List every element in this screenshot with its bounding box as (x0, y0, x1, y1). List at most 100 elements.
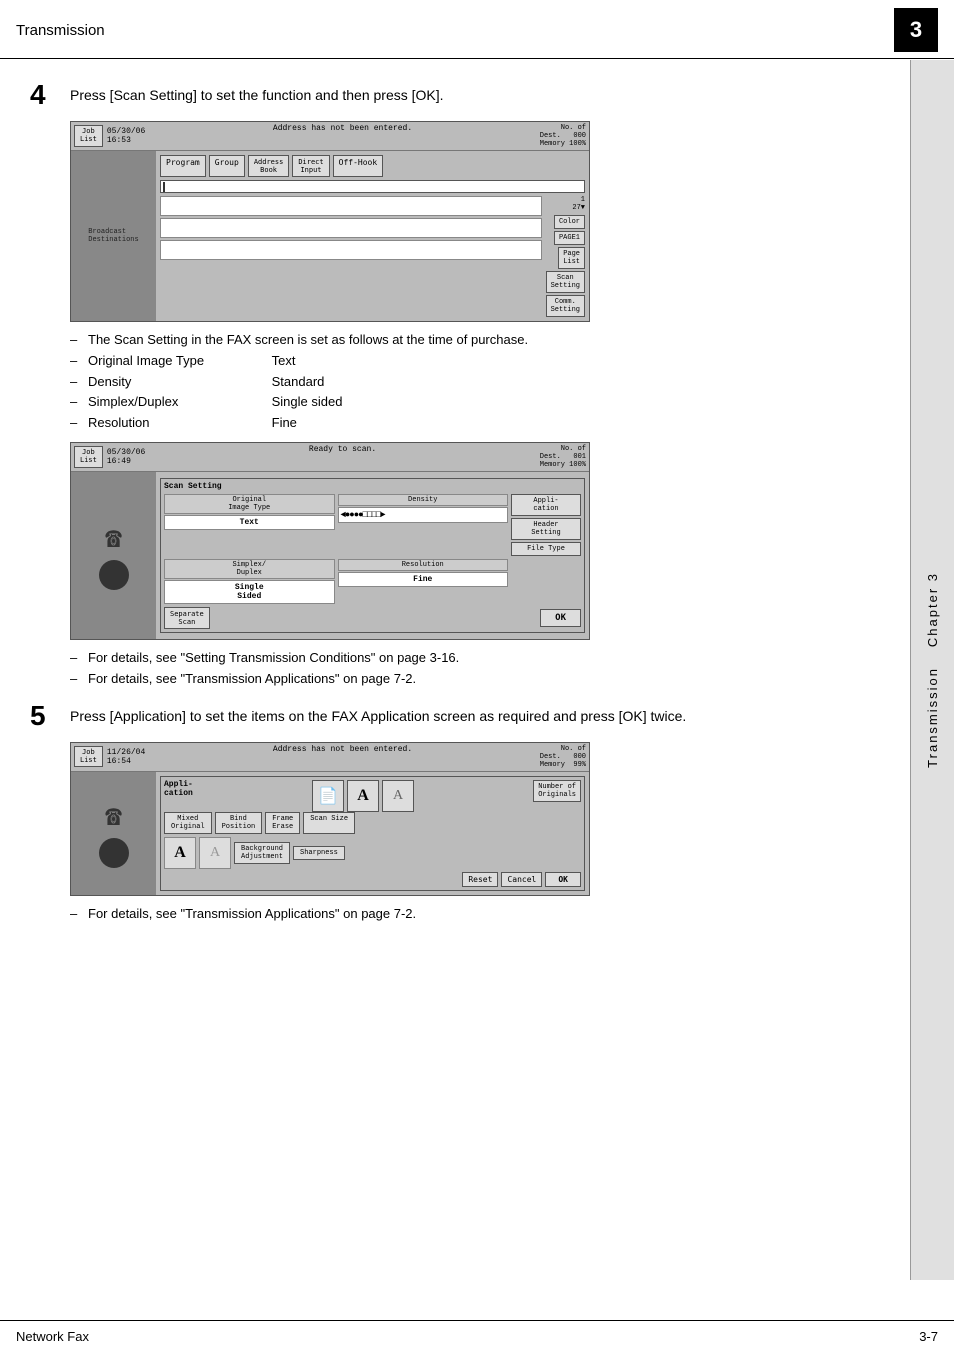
app-icon-5: A (199, 837, 231, 869)
bullet-3-1-text: For details, see "Transmission Applicati… (88, 906, 416, 921)
fax2-header-btn[interactable]: HeaderSetting (511, 518, 581, 540)
step4-text: Press [Scan Setting] to set the function… (70, 85, 444, 106)
scan-original-label: OriginalImage Type (164, 494, 335, 514)
bullet-1-1: The Scan Setting in the FAX screen is se… (70, 330, 894, 351)
step5-number: 5 (30, 702, 70, 730)
fax1-top-left: JobList 05/30/0616:53 (74, 124, 145, 148)
fax1-grid-cell-1 (160, 196, 542, 216)
app-frame-erase-btn[interactable]: FrameErase (265, 812, 300, 834)
fax2-datetime: 05/30/0616:49 (107, 448, 145, 466)
bullet-list-1: The Scan Setting in the FAX screen is se… (70, 330, 894, 434)
bullet-2-1: For details, see "Setting Transmission C… (70, 648, 894, 669)
fax3-job-list-btn[interactable]: JobList (74, 746, 103, 767)
app-sharpness-btn[interactable]: Sharpness (293, 846, 345, 860)
fax1-job-list-btn[interactable]: JobList (74, 125, 103, 146)
fax1-program-btn[interactable]: Program (160, 155, 206, 177)
scan-original-value: Text (164, 515, 335, 530)
fax1-pagelist-btn[interactable]: PageList (558, 247, 585, 269)
scan-simplex-label: Simplex/Duplex (164, 559, 335, 579)
footer-right: 3-7 (919, 1329, 938, 1344)
fax3-top-bar: JobList 11/26/0416:54 Address has not be… (71, 743, 589, 772)
step4-number: 4 (30, 81, 70, 109)
fax1-scansetting-btn[interactable]: ScanSetting (546, 271, 585, 293)
fax1-color-btn[interactable]: Color (554, 215, 585, 229)
header-title: Transmission (16, 22, 105, 39)
fax1-commsetting-btn[interactable]: Comm.Setting (546, 295, 585, 317)
bullet-1-5-label: Resolution (88, 413, 268, 434)
scan-separate-btn[interactable]: SeparateScan (164, 607, 210, 629)
bullet-list-3: For details, see "Transmission Applicati… (70, 904, 894, 925)
fax-screen-2: JobList 05/30/0616:49 Ready to scan. No.… (70, 442, 590, 640)
app-background-btn[interactable]: BackgroundAdjustment (234, 842, 290, 864)
fax2-top-left: JobList 05/30/0616:49 (74, 445, 145, 469)
fax-screen-3: JobList 11/26/0416:54 Address has not be… (70, 742, 590, 896)
app-bottom-btns: Reset Cancel OK (164, 872, 581, 887)
app-icon-1: 📄 (312, 780, 344, 812)
scan-simplex: Simplex/Duplex SingleSided (164, 559, 335, 604)
scan-setting-box: Scan Setting OriginalImage Type Text Den… (160, 478, 585, 633)
app-ok-btn[interactable]: OK (545, 872, 581, 887)
fax1-right-btns: 127▼ Color PAGE1 PageList ScanSetting Co… (546, 196, 585, 317)
fax3-left-panel: ☎ (71, 772, 156, 895)
scan-resolution-label: Resolution (338, 559, 509, 571)
scan-density-bar: ◄●●●●□□□□► (338, 507, 509, 523)
bullet-1-2-label: Original Image Type (88, 351, 268, 372)
app-num-originals-btn[interactable]: Number ofOriginals (533, 780, 581, 802)
fax1-main-area: 127▼ Color PAGE1 PageList ScanSetting Co… (160, 196, 585, 317)
fax1-broadcast-label: BroadcastDestinations (87, 227, 139, 245)
fax-screen-1: JobList 05/30/0616:53 Address has not be… (70, 121, 590, 322)
scan-setting-row2: Simplex/Duplex SingleSided Resolution Fi… (164, 559, 581, 604)
scan-simplex-value: SingleSided (164, 580, 335, 604)
app-btns-row1: MixedOriginal BindPosition FrameErase Sc… (164, 812, 581, 834)
step5-heading: 5 Press [Application] to set the items o… (30, 706, 894, 730)
main-content: 4 Press [Scan Setting] to set the functi… (0, 59, 954, 948)
fax2-top-bar: JobList 05/30/0616:49 Ready to scan. No.… (71, 443, 589, 472)
fax1-offhook-btn[interactable]: Off-Hook (333, 155, 384, 177)
fax3-right-panel: Appli-cation 📄 A A Number ofOriginals Mi… (156, 772, 589, 895)
fax1-group-btn[interactable]: Group (209, 155, 245, 177)
scan-resolution: Resolution Fine (338, 559, 509, 604)
fax3-phone-dial (99, 838, 129, 868)
bullet-1-2: Original Image Type Text (70, 351, 894, 372)
fax1-direct-btn[interactable]: DirectInput (292, 155, 329, 177)
app-bind-position-btn[interactable]: BindPosition (215, 812, 263, 834)
fax1-right-panel: Program Group AddressBook DirectInput Of… (156, 151, 589, 321)
fax3-top-left: JobList 11/26/0416:54 (74, 745, 145, 769)
fax2-filetype-btn[interactable]: File Type (511, 542, 581, 556)
app-screen: Appli-cation 📄 A A Number ofOriginals Mi… (160, 776, 585, 891)
fax1-left-panel: BroadcastDestinations (71, 151, 156, 321)
fax1-content: BroadcastDestinations Program Group Addr… (71, 151, 589, 321)
app-icon-4: A (164, 837, 196, 869)
app-mixed-original-btn[interactable]: MixedOriginal (164, 812, 212, 834)
page-header: Transmission 3 (0, 0, 954, 59)
app-reset-btn[interactable]: Reset (462, 872, 498, 887)
bullet-1-1-text: The Scan Setting in the FAX screen is se… (88, 332, 528, 347)
bullet-1-4: Simplex/Duplex Single sided (70, 392, 894, 413)
fax2-phone-icon: ☎ (105, 521, 122, 556)
bullet-1-3: Density Standard (70, 372, 894, 393)
app-scan-size-btn[interactable]: Scan Size (303, 812, 355, 834)
fax1-input-bar[interactable] (160, 180, 585, 193)
sidebar-section-label: Transmission (925, 667, 940, 768)
density-dots: ◄●●●●□□□□► (341, 510, 385, 520)
scan-bottom-row: SeparateScan OK (164, 607, 581, 629)
chapter-badge: 3 (894, 8, 938, 52)
fax2-application-btn[interactable]: Appli-cation (511, 494, 581, 516)
fax2-job-list-btn[interactable]: JobList (74, 446, 103, 467)
bullet-1-4-label: Simplex/Duplex (88, 392, 268, 413)
bullet-1-4-value: Single sided (272, 392, 343, 413)
fax1-grid-area (160, 196, 542, 317)
bullet-2-1-text: For details, see "Setting Transmission C… (88, 650, 459, 665)
app-title: Appli-cation (164, 780, 193, 798)
fax1-status: Address has not been entered. (145, 124, 540, 148)
app-header-row: Appli-cation 📄 A A Number ofOriginals (164, 780, 581, 812)
page-footer: Network Fax 3-7 (0, 1320, 954, 1352)
scan-ok-btn[interactable]: OK (540, 609, 581, 627)
app-cancel-btn[interactable]: Cancel (501, 872, 542, 887)
fax1-address-btn[interactable]: AddressBook (248, 155, 290, 177)
fax1-top-bar: JobList 05/30/0616:53 Address has not be… (71, 122, 589, 151)
scan-spacer (511, 559, 581, 604)
app-icons-area: 📄 A A (312, 780, 414, 812)
fax1-page1-btn[interactable]: PAGE1 (554, 231, 585, 245)
fax1-grid-cell-3 (160, 240, 542, 260)
